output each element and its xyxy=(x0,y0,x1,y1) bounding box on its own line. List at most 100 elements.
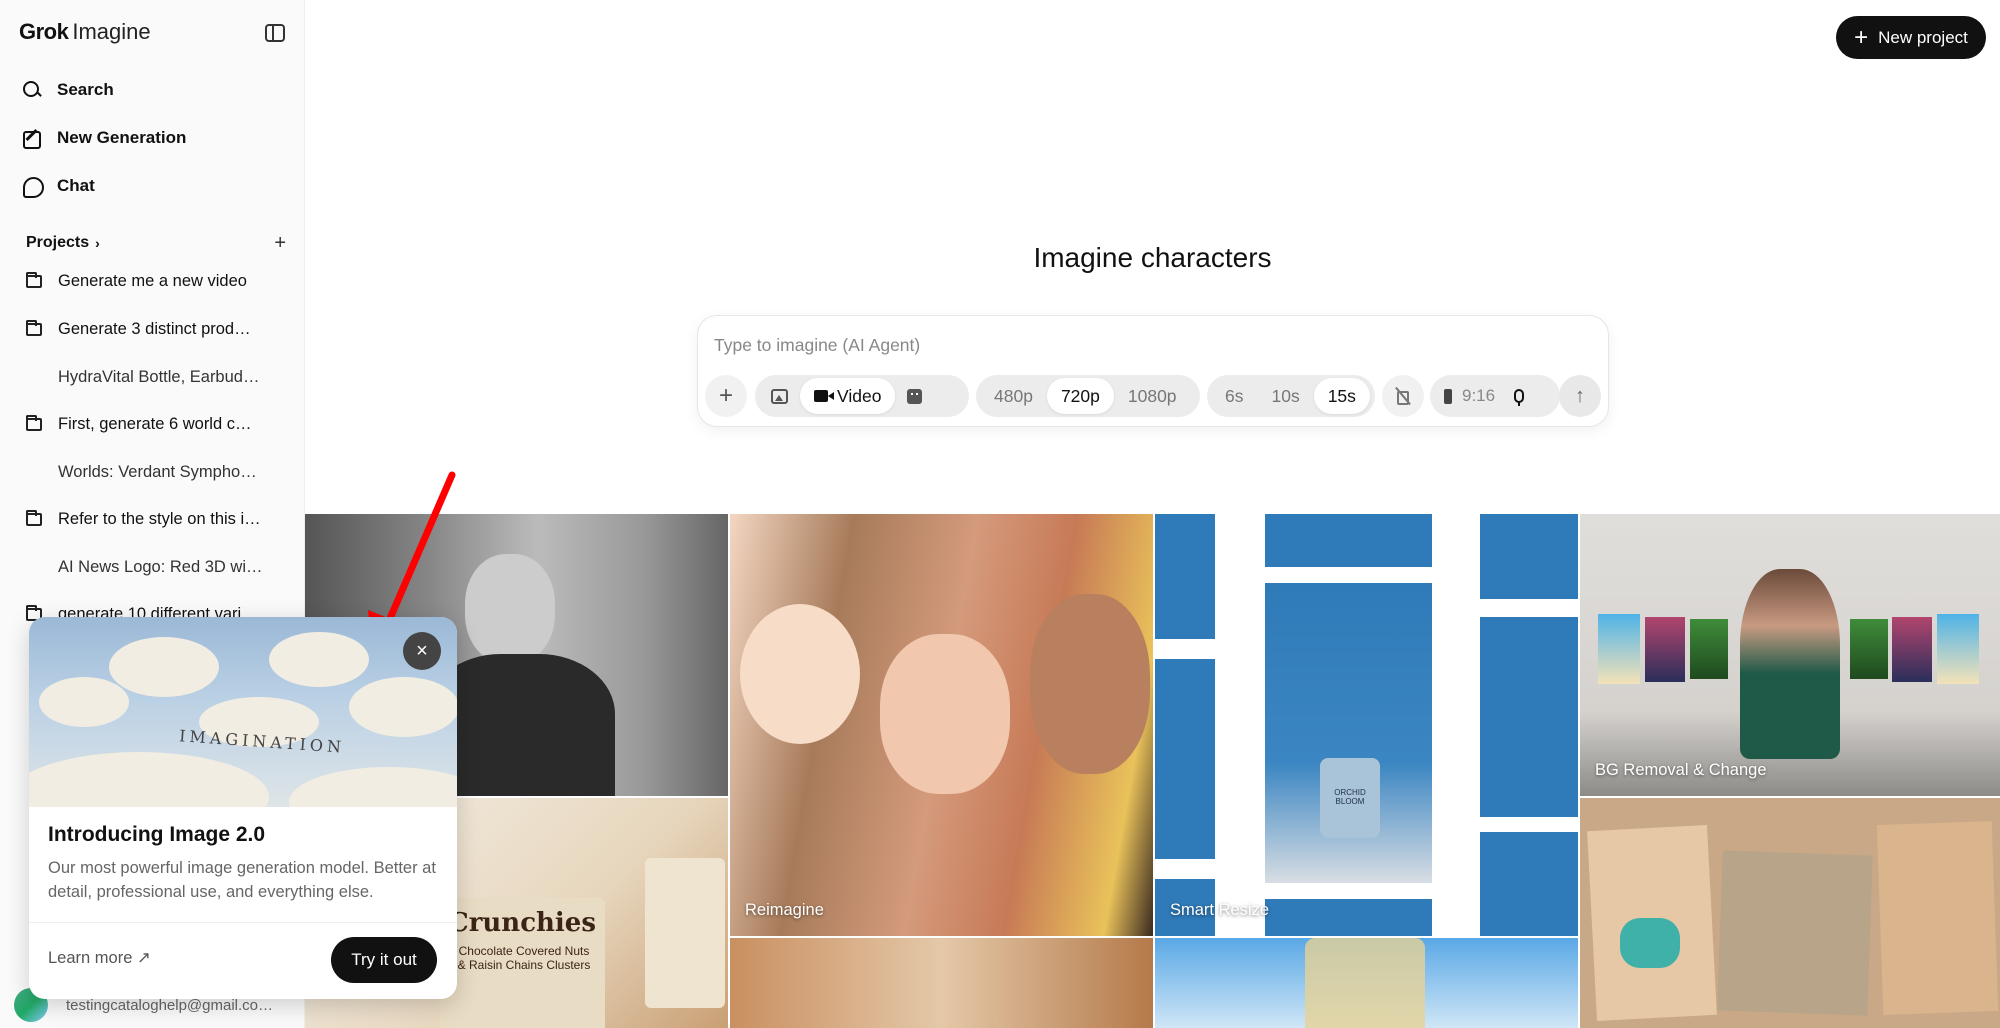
bg-thumb xyxy=(1645,617,1685,682)
resize-thumb xyxy=(1155,514,1215,639)
resize-thumb xyxy=(1265,514,1432,567)
gallery-tile-bg-removal[interactable]: BG Removal & Change xyxy=(1580,514,2000,796)
prompt-input[interactable] xyxy=(714,330,1574,360)
aspect-ratio-selector[interactable]: 9:16 xyxy=(1430,375,1560,417)
learn-more-link[interactable]: Learn more ↗ xyxy=(48,948,151,968)
search-icon xyxy=(22,80,42,100)
app-root: Grok Imagine Search New Generation Chat … xyxy=(0,0,2000,1028)
video-mode-label: Video xyxy=(837,385,882,406)
popup-hero-image: IMAGINATION xyxy=(29,617,457,807)
project-item-label: Generate 3 distinct prod… xyxy=(58,319,251,338)
portrait-shape xyxy=(465,554,555,664)
gallery-tile-portrait-bottom[interactable] xyxy=(730,938,1153,1028)
bg-thumb xyxy=(1937,614,1979,684)
cloud-shape xyxy=(289,767,457,807)
resize-thumb xyxy=(1480,514,1578,599)
nav-new-generation[interactable]: New Generation xyxy=(22,123,186,153)
gallery-tile-collage[interactable] xyxy=(1580,798,2000,1028)
project-item[interactable]: Refer to the style on this i… xyxy=(26,506,288,532)
new-project-button[interactable]: + New project xyxy=(1836,16,1986,59)
project-item-label: First, generate 6 world c… xyxy=(58,414,252,433)
project-child-item[interactable]: AI News Logo: Red 3D wi… xyxy=(58,554,288,580)
project-child-label: HydraVital Bottle, Earbud… xyxy=(58,367,260,386)
popup-divider xyxy=(29,922,457,923)
user-email: testingcataloghelp@gmail.co… xyxy=(66,996,274,1014)
resolution-480p[interactable]: 480p xyxy=(980,378,1047,414)
nav-chat[interactable]: Chat xyxy=(22,171,95,201)
mute-audio-button[interactable] xyxy=(1382,375,1424,417)
product-bag-front: Crunchies Chocolate Covered Nuts & Raisi… xyxy=(440,898,605,1028)
close-icon: × xyxy=(416,639,428,662)
duration-15s[interactable]: 15s xyxy=(1313,378,1370,414)
add-project-icon[interactable]: + xyxy=(274,232,286,255)
bg-thumb xyxy=(1892,617,1932,682)
prompt-box: + Video 480p 720p 1080p 6s 10s 15s xyxy=(697,315,1609,427)
reimagine-label: Reimagine xyxy=(745,901,824,919)
sidebar-toggle-icon[interactable] xyxy=(265,24,285,42)
project-item[interactable]: Generate 3 distinct prod… xyxy=(26,316,288,342)
product-sub-text: Chocolate Covered Nuts & Raisin Chains C… xyxy=(457,944,591,972)
gallery-tile-smart-resize[interactable]: ORCHID BLOOM Smart Resize xyxy=(1155,514,1578,936)
chat-icon xyxy=(22,176,44,198)
robot-icon xyxy=(907,388,923,404)
close-popup-button[interactable]: × xyxy=(403,632,441,670)
popup-description: Our most powerful image generation model… xyxy=(48,859,436,901)
bg-thumb xyxy=(1598,614,1640,684)
resize-thumb xyxy=(1480,617,1578,817)
duration-6s[interactable]: 6s xyxy=(1211,378,1257,414)
announcement-popup: IMAGINATION × Introducing Image 2.0 Our … xyxy=(29,617,457,999)
agent-mode-button[interactable] xyxy=(895,378,934,414)
gallery-tile-perfume[interactable] xyxy=(1155,938,1578,1028)
plus-icon: + xyxy=(718,382,733,409)
submit-button[interactable]: ↑ xyxy=(1559,375,1601,417)
brand-name-light: Imagine xyxy=(72,19,151,44)
gallery-tile-reimagine[interactable]: Reimagine xyxy=(730,514,1153,936)
duration-10s[interactable]: 10s xyxy=(1257,378,1313,414)
resolution-1080p[interactable]: 1080p xyxy=(1114,378,1191,414)
resolution-720p[interactable]: 720p xyxy=(1046,378,1114,414)
cloud-shape xyxy=(109,637,219,697)
folder-icon xyxy=(26,271,42,288)
perfume-bottle-shape xyxy=(1305,938,1425,1028)
portrait-ratio-icon xyxy=(1444,388,1452,404)
nav-chat-label: Chat xyxy=(57,176,95,195)
cloud-shape xyxy=(39,677,129,727)
folder-icon xyxy=(26,319,42,336)
projects-header[interactable]: Projects › + xyxy=(26,232,286,254)
resolution-selector: 480p 720p 1080p xyxy=(976,375,1200,417)
attach-button[interactable]: + xyxy=(705,375,747,417)
nav-search[interactable]: Search xyxy=(22,75,114,105)
project-item[interactable]: First, generate 6 world c… xyxy=(26,411,288,437)
brand-logo[interactable]: Grok Imagine xyxy=(19,19,151,45)
image-icon xyxy=(771,388,788,404)
cream-jar-shape: ORCHID BLOOM xyxy=(1320,758,1380,838)
chibi-face-shape xyxy=(740,604,860,744)
collage-piece xyxy=(1876,821,1999,1015)
video-mode-button[interactable]: Video xyxy=(800,378,896,414)
resize-thumb xyxy=(1265,899,1432,936)
microphone-icon[interactable] xyxy=(1514,389,1524,406)
image-mode-button[interactable] xyxy=(759,378,800,414)
video-camera-icon xyxy=(814,390,834,402)
popup-title: Introducing Image 2.0 xyxy=(48,823,266,846)
duration-selector: 6s 10s 15s xyxy=(1207,375,1375,417)
nav-search-label: Search xyxy=(57,80,114,99)
mode-selector: Video xyxy=(755,375,969,417)
folder-icon xyxy=(26,509,42,526)
bg-removal-label: BG Removal & Change xyxy=(1595,761,1767,779)
project-child-item[interactable]: Worlds: Verdant Sympho… xyxy=(58,459,288,485)
project-item[interactable]: Generate me a new video xyxy=(26,268,288,294)
new-project-label: New project xyxy=(1878,27,1968,47)
plus-icon: + xyxy=(1854,23,1869,51)
anime-face-shape xyxy=(880,634,1010,794)
try-it-out-button[interactable]: Try it out xyxy=(331,937,437,983)
page-title: Imagine characters xyxy=(1033,242,1272,273)
project-child-item[interactable]: HydraVital Bottle, Earbud… xyxy=(58,364,288,390)
product-brand-text: Crunchies xyxy=(448,908,596,938)
cloud-shape xyxy=(29,752,269,807)
resize-thumb xyxy=(1480,832,1578,936)
edit-icon xyxy=(22,128,42,149)
bg-thumb xyxy=(1690,619,1728,679)
cloud-shape xyxy=(269,632,369,687)
nav-new-generation-label: New Generation xyxy=(57,128,187,147)
